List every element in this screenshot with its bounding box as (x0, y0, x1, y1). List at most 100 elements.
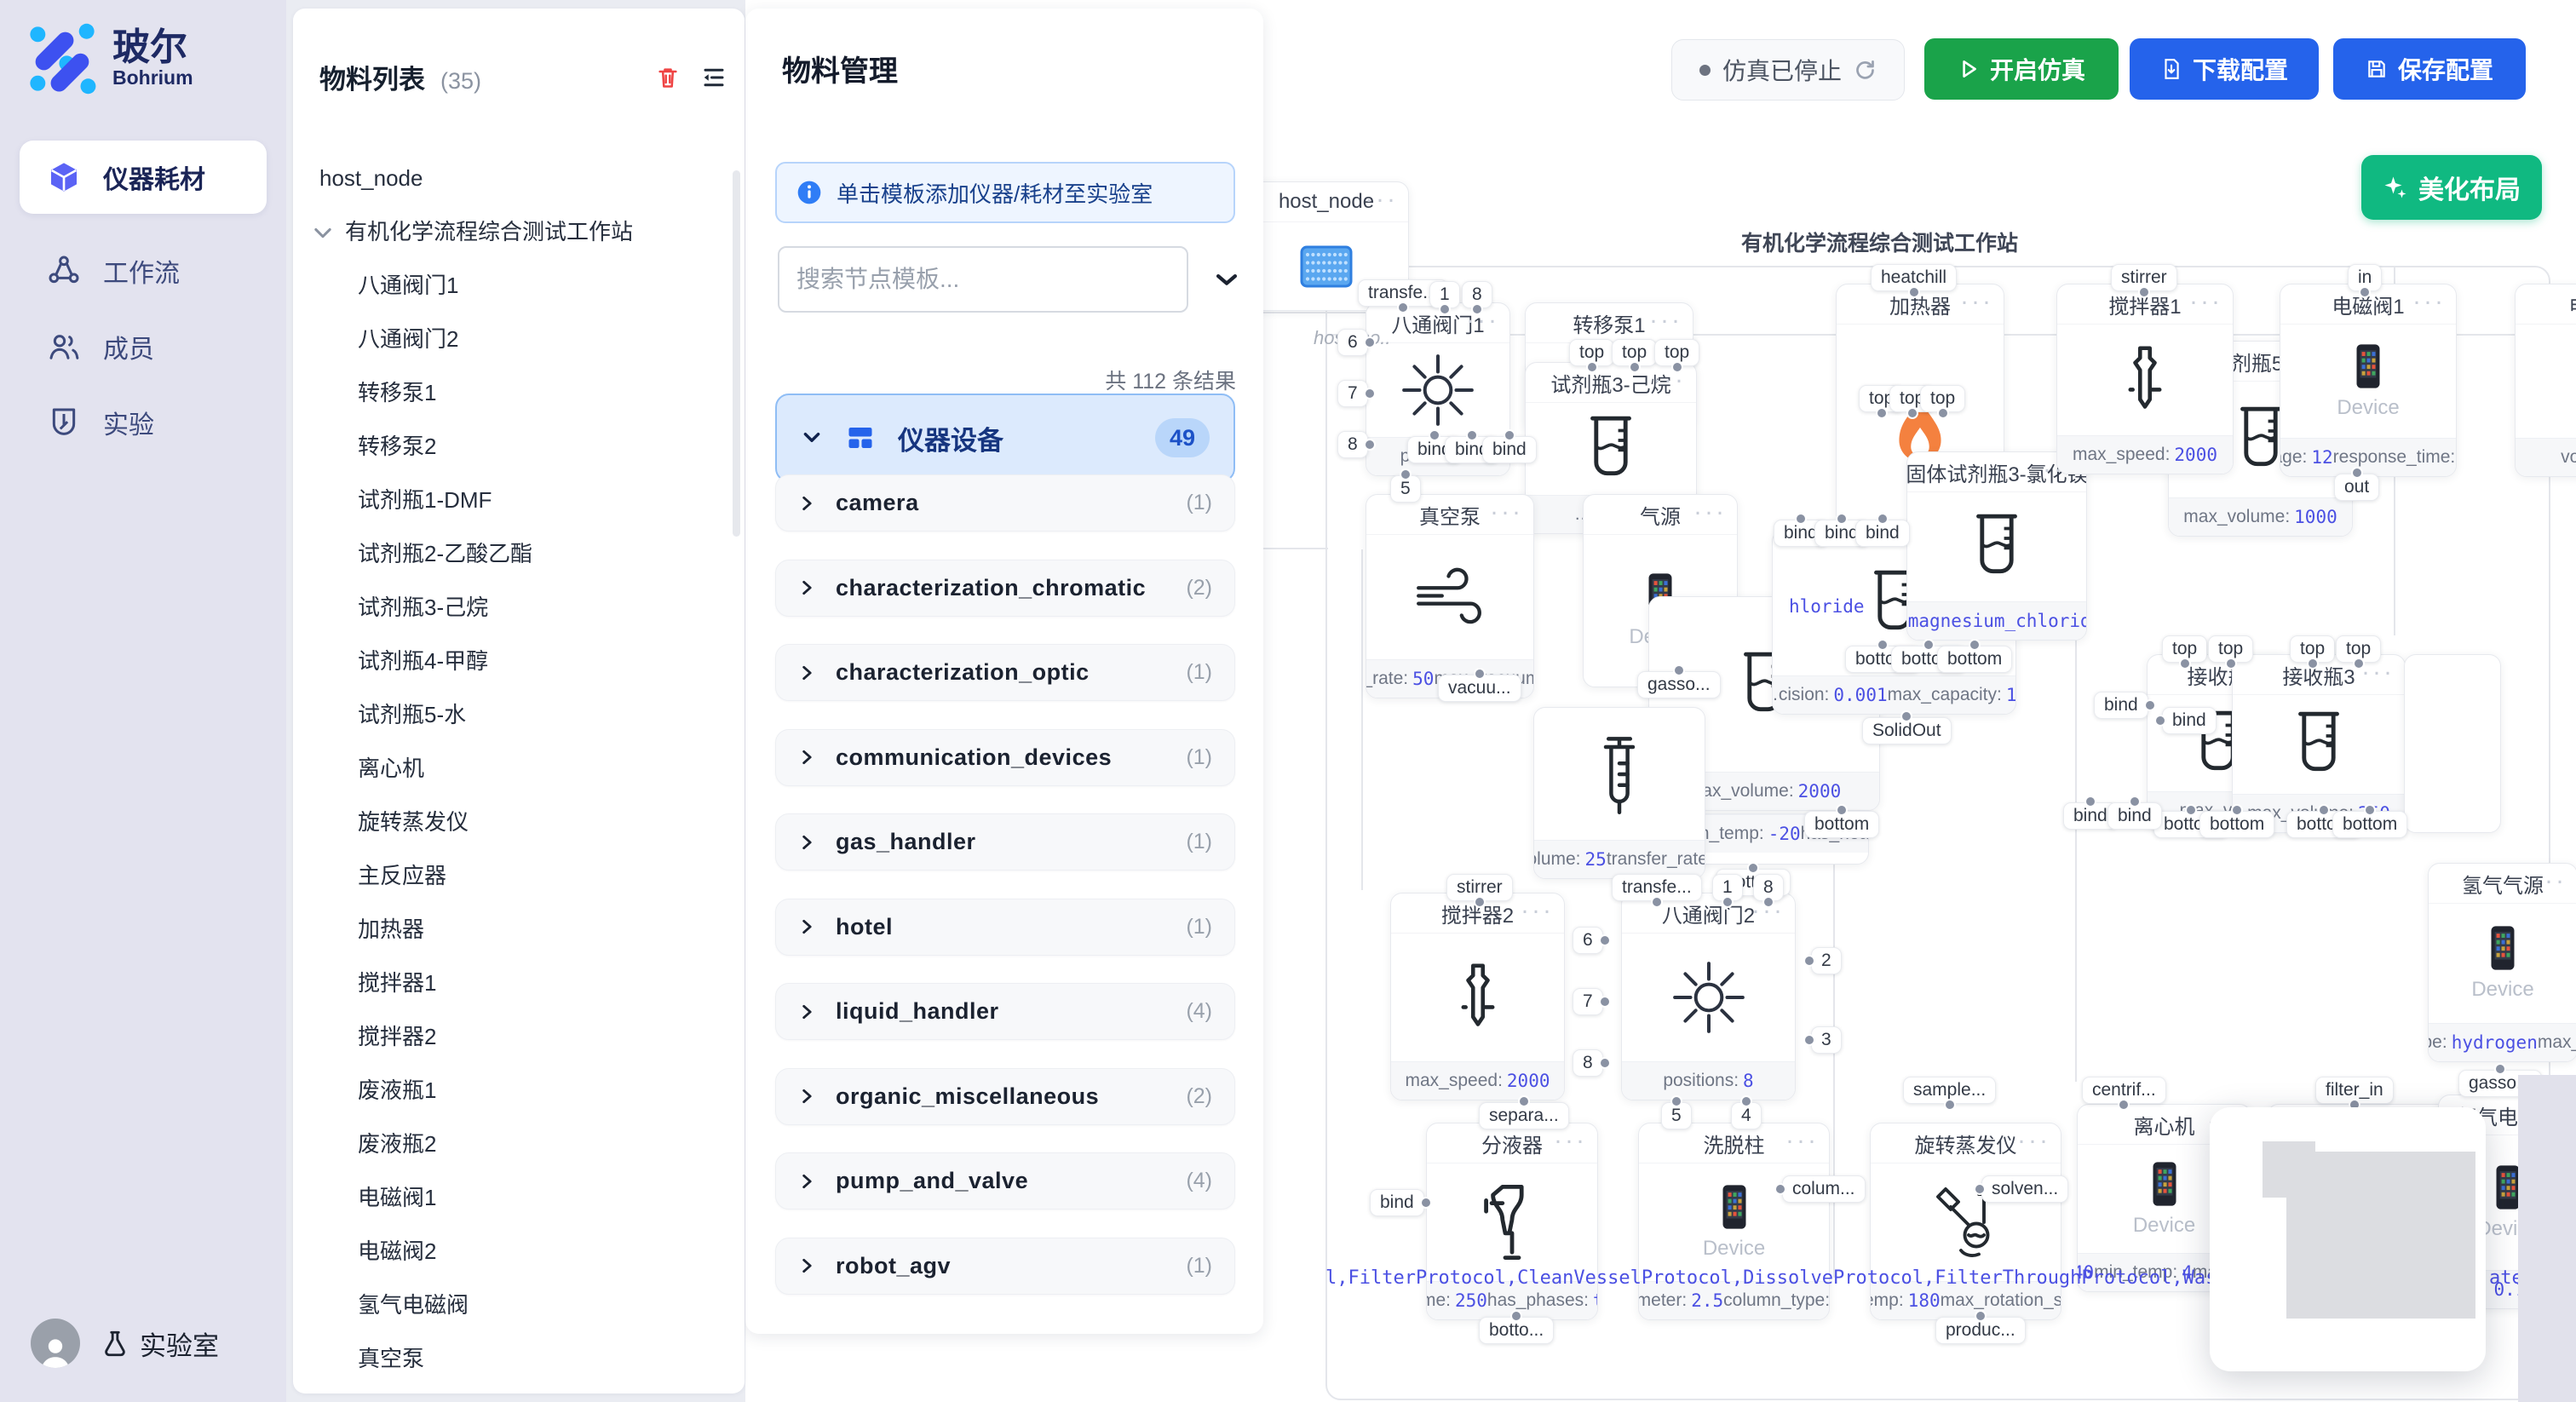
template-category-camera[interactable]: camera(1) (775, 474, 1235, 531)
tree-item[interactable]: 旋转蒸发仪 (293, 796, 745, 849)
port-chip-5[interactable]: 5 (1390, 475, 1421, 503)
port-chip-bottom[interactable]: bottom (1937, 646, 2012, 673)
template-category-pump_and_valve[interactable]: pump_and_valve(4) (775, 1152, 1235, 1210)
template-category-robot_agv[interactable]: robot_agv(1) (775, 1238, 1235, 1295)
sidebar-item-工作流[interactable]: 工作流 (20, 244, 267, 297)
port-chip-vacuu...[interactable]: vacuu... (1438, 675, 1521, 702)
port-chip-heatchill[interactable]: heatchill (1871, 264, 1957, 291)
collapse-tree-icon[interactable] (700, 65, 727, 90)
port-chip-bind[interactable]: bind (1855, 520, 1910, 547)
port-chip-8[interactable]: 8 (1753, 874, 1784, 901)
tree-item[interactable]: 电磁阀1 (293, 1171, 745, 1225)
port-chip-top[interactable]: top (1920, 385, 1965, 412)
port-chip-bottom[interactable]: bottom (1804, 811, 1879, 838)
port-chip-top[interactable]: top (2336, 635, 2381, 663)
port-chip-8[interactable]: 8 (1462, 281, 1492, 308)
node-card[interactable]: …volume: 25 transfer_rate: 10 (1533, 707, 1705, 879)
tree-item[interactable]: 转移泵1 (293, 366, 745, 420)
node-menu-icon[interactable]: ··· (1649, 306, 1682, 335)
template-category-organic_miscellaneous[interactable]: organic_miscellaneous(2) (775, 1068, 1235, 1125)
sidebar-item-仪器耗材[interactable]: 仪器耗材 (20, 141, 267, 214)
node-电磁阀2[interactable]: 电磁阀2···voltage: 12 (2515, 284, 2576, 477)
port-chip-centrif...[interactable]: centrif... (2082, 1077, 2166, 1104)
template-search-input[interactable] (779, 248, 1187, 311)
port-chip-3[interactable]: 3 (1811, 1026, 1842, 1054)
node-menu-icon[interactable]: ··· (1490, 497, 1523, 526)
save-config-button[interactable]: 保存配置 (2333, 38, 2526, 100)
port-chip-stirrer[interactable]: stirrer (1446, 874, 1513, 901)
port-chip-4[interactable]: 4 (1731, 1102, 1762, 1129)
tree-item[interactable]: 试剂瓶1-DMF (293, 474, 745, 527)
port-chip-7[interactable]: 7 (1337, 380, 1368, 407)
port-chip-solven...[interactable]: solven... (1981, 1175, 2068, 1203)
port-chip-top[interactable]: top (1654, 339, 1699, 366)
tree-item[interactable]: 八通阀门2 (293, 313, 745, 366)
tree-item[interactable]: 主反应器 (293, 849, 745, 903)
port-chip-7[interactable]: 7 (1573, 988, 1603, 1015)
port-chip-stirrer[interactable]: stirrer (2111, 264, 2177, 291)
port-chip-bind[interactable]: bind (2162, 707, 2217, 734)
port-chip-bind[interactable]: bind (1370, 1189, 1424, 1216)
node-menu-icon[interactable]: ··· (2189, 287, 2222, 316)
tree-item[interactable]: 试剂瓶3-己烷 (293, 581, 745, 635)
port-chip-top[interactable]: top (1569, 339, 1614, 366)
port-chip-top[interactable]: top (2290, 635, 2335, 663)
tree-item[interactable]: 氢气电磁阀 (293, 1278, 745, 1332)
node-menu-icon[interactable]: ··· (1521, 896, 1554, 925)
template-category-gas_handler[interactable]: gas_handler(1) (775, 813, 1235, 871)
category-instruments[interactable]: 仪器设备 49 (775, 394, 1235, 482)
port-chip-bottom[interactable]: bottom (2199, 811, 2274, 838)
tree-item[interactable]: 试剂瓶5-水 (293, 688, 745, 742)
port-chip-6[interactable]: 6 (1337, 329, 1368, 356)
node-menu-icon[interactable]: ··· (1693, 497, 1727, 526)
port-chip-produc...[interactable]: produc... (1935, 1317, 2026, 1344)
node-氢气气源[interactable]: 氢气气源···Device_type: hydrogen max_pre (2428, 863, 2576, 1062)
port-chip-in[interactable]: in (2348, 264, 2382, 291)
template-category-hotel[interactable]: hotel(1) (775, 899, 1235, 956)
port-chip-bind[interactable]: bind (2094, 692, 2148, 719)
materials-scrollbar[interactable] (733, 170, 740, 537)
port-chip-bind[interactable]: bind (2107, 802, 2162, 830)
node-八通阀门2[interactable]: 八通阀门2···positions: 8 (1621, 893, 1796, 1100)
port-chip-1[interactable]: 1 (1429, 281, 1460, 308)
tree-item[interactable]: 转移泵2 (293, 420, 745, 474)
node-menu-icon[interactable]: ··· (1365, 185, 1398, 214)
port-chip-separa...[interactable]: separa... (1479, 1102, 1569, 1129)
port-chip-8[interactable]: 8 (1337, 431, 1368, 458)
port-chip-sample...[interactable]: sample... (1903, 1077, 1996, 1104)
sidebar-item-实验[interactable]: 实验 (20, 396, 267, 449)
port-chip-gasso...[interactable]: gasso... (1637, 671, 1721, 698)
node-旋转蒸发仪[interactable]: 旋转蒸发仪···temp: 180 max_rotation_sp (1870, 1123, 2061, 1320)
template-category-characterization_chromatic[interactable]: characterization_chromatic(2) (775, 560, 1235, 617)
port-chip-2[interactable]: 2 (1811, 947, 1842, 974)
node-搅拌器1[interactable]: 搅拌器1···max_speed: 2000 (2056, 284, 2234, 474)
node-分液器[interactable]: 分液器···volume: 250 has_phases: true (1426, 1123, 1598, 1320)
download-config-button[interactable]: 下载配置 (2130, 38, 2319, 100)
port-chip-bottom[interactable]: bottom (2332, 811, 2407, 838)
delete-all-icon[interactable] (656, 65, 680, 90)
tree-item[interactable]: 试剂瓶4-甲醇 (293, 635, 745, 688)
node-menu-icon[interactable]: ··· (2017, 1126, 2050, 1155)
beautify-layout-button[interactable]: 美化布局 (2361, 155, 2542, 220)
node-电磁阀1[interactable]: 电磁阀1···Devicevoltage: 12 response_time: … (2280, 284, 2457, 477)
template-category-characterization_optic[interactable]: characterization_optic(1) (775, 644, 1235, 701)
node-真空泵[interactable]: 真空泵···pump_rate: 50 max_vacuum: 0.1 (1366, 494, 1534, 698)
sidebar-item-成员[interactable]: 成员 (20, 320, 267, 373)
node-menu-icon[interactable]: ··· (2412, 287, 2446, 316)
port-chip-colum...[interactable]: colum... (1782, 1175, 1866, 1203)
collapse-panel-icon[interactable] (1212, 264, 1241, 293)
node-搅拌器2[interactable]: 搅拌器2···max_speed: 2000 (1390, 893, 1565, 1100)
port-chip-top[interactable]: top (2162, 635, 2207, 663)
port-chip-botto...[interactable]: botto... (1479, 1317, 1554, 1344)
tree-item[interactable]: 八通阀门1 (293, 259, 745, 313)
tree-item[interactable]: 搅拌器2 (293, 1010, 745, 1064)
port-chip-top[interactable]: top (2208, 635, 2253, 663)
node-固体试剂瓶3-氯化镁[interactable]: 固体试剂瓶3-氯化镁···agent: magnesium_chloride p… (1906, 451, 2087, 641)
node-menu-icon[interactable]: ··· (1960, 287, 1993, 316)
tree-item[interactable]: 试剂瓶2-乙酸乙酯 (293, 527, 745, 581)
template-category-liquid_handler[interactable]: liquid_handler(4) (775, 983, 1235, 1040)
avatar[interactable] (31, 1319, 80, 1368)
port-chip-1[interactable]: 1 (1712, 874, 1743, 901)
tree-item-host-node[interactable]: host_node (293, 152, 745, 205)
node-menu-icon[interactable]: ··· (2533, 866, 2567, 895)
